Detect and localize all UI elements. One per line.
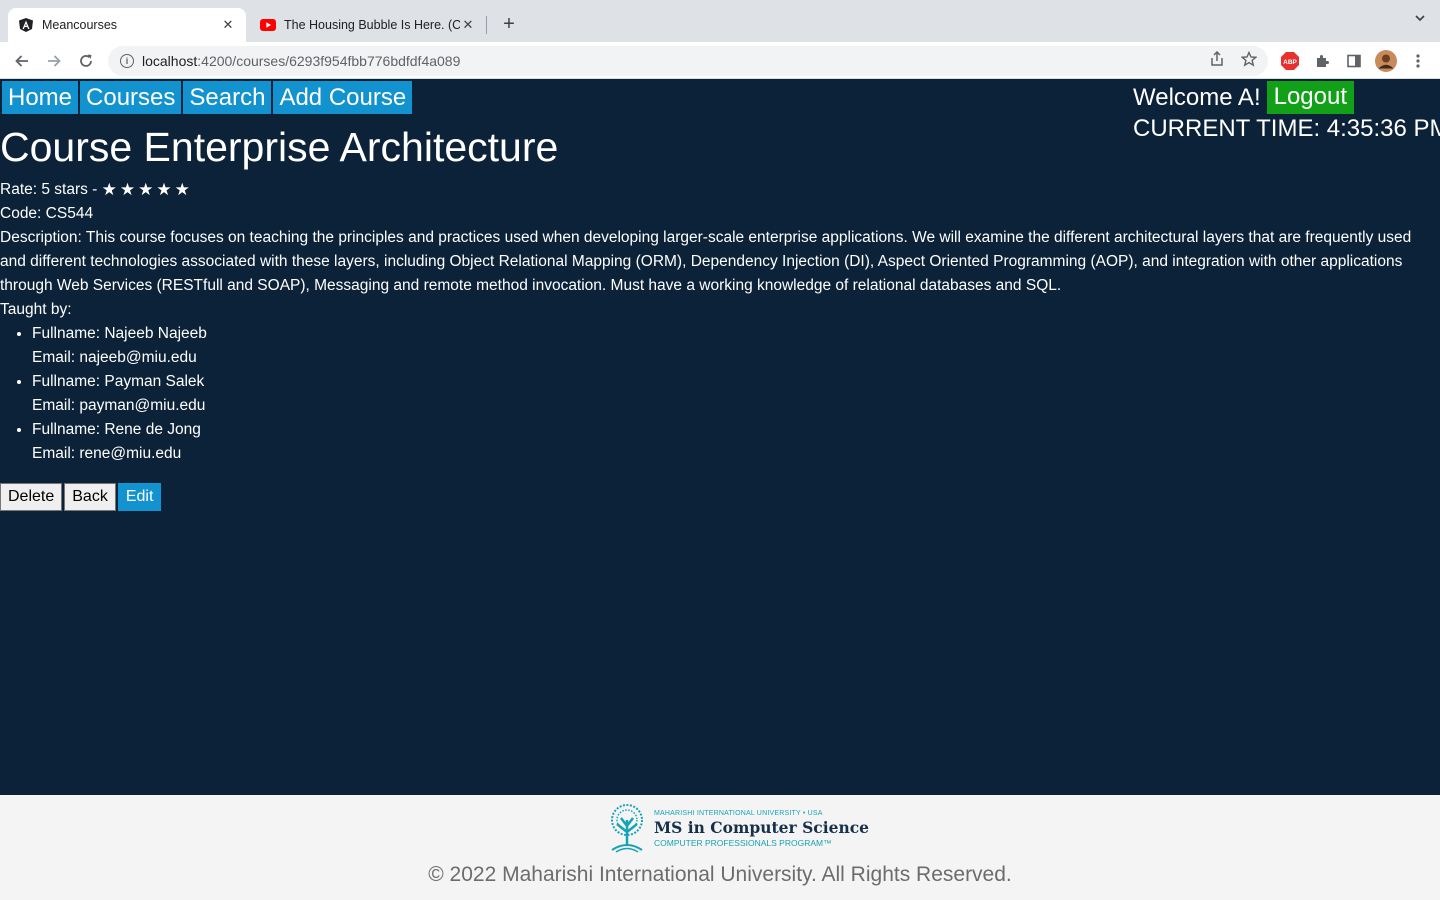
- svg-text:ABP: ABP: [1283, 59, 1297, 66]
- back-button[interactable]: Back: [64, 483, 116, 511]
- angular-icon: [18, 17, 34, 33]
- teacher-fullname: Fullname: Najeeb Najeeb: [32, 325, 207, 342]
- teacher-item: Fullname: Najeeb Najeeb Email: najeeb@mi…: [32, 322, 1440, 370]
- youtube-icon: [260, 17, 276, 33]
- browser-menu-icon[interactable]: [1407, 50, 1429, 72]
- tab-title: The Housing Bubble Is Here. (C: [284, 18, 460, 32]
- tab-meancourses[interactable]: Meancourses ✕: [8, 8, 246, 42]
- star-icon: ★: [101, 180, 117, 199]
- logout-button[interactable]: Logout: [1266, 81, 1355, 114]
- tab-divider: [486, 16, 487, 34]
- delete-button[interactable]: Delete: [0, 483, 63, 511]
- university-logo: MAHARISHI INTERNATIONAL UNIVERSITY • USA…: [602, 802, 869, 854]
- logo-university-line: MAHARISHI INTERNATIONAL UNIVERSITY • USA: [654, 809, 823, 817]
- teacher-item: Fullname: Payman Salek Email: payman@miu…: [32, 370, 1440, 418]
- close-icon[interactable]: ✕: [460, 17, 476, 33]
- teacher-fullname: Fullname: Payman Salek: [32, 373, 205, 390]
- course-details: Rate: 5 stars - ★ ★ ★ ★ ★ Code: CS544 Descri…: [0, 178, 1440, 466]
- footer: MAHARISHI INTERNATIONAL UNIVERSITY • USA…: [0, 795, 1440, 900]
- extensions-icon[interactable]: [1311, 50, 1333, 72]
- teacher-fullname: Fullname: Rene de Jong: [32, 421, 201, 438]
- tree-logo-icon: [611, 804, 643, 853]
- nav-home-link[interactable]: Home: [2, 81, 79, 114]
- reload-icon[interactable]: [74, 49, 98, 73]
- star-icon: ★: [156, 180, 172, 199]
- star-icon: ★: [174, 180, 190, 199]
- adblock-icon[interactable]: ABP: [1279, 50, 1301, 72]
- browser-tab-bar: Meancourses ✕ The Housing Bubble Is Here…: [0, 0, 1440, 42]
- taught-by-label: Taught by:: [0, 301, 72, 318]
- current-time: CURRENT TIME: 4:35:36 PM: [1133, 115, 1440, 142]
- star-icon: ★: [119, 180, 136, 199]
- close-icon[interactable]: ✕: [220, 17, 236, 33]
- back-arrow-icon[interactable]: [10, 49, 34, 73]
- nav-search-link[interactable]: Search: [183, 81, 272, 114]
- url-text: localhost:4200/courses/6293f954fbb776bdf…: [142, 53, 461, 69]
- copyright-text: © 2022 Maharishi International Universit…: [428, 863, 1012, 886]
- page-content: Home Courses Search Add Course Welcome A…: [0, 79, 1440, 795]
- profile-avatar[interactable]: [1375, 50, 1397, 72]
- nav-add-course-link[interactable]: Add Course: [273, 81, 413, 114]
- tab-title: Meancourses: [42, 18, 118, 32]
- user-area: Welcome A! Logout: [1133, 81, 1355, 114]
- new-tab-icon[interactable]: +: [498, 12, 520, 36]
- side-panel-icon[interactable]: [1343, 50, 1365, 72]
- course-description: Description: This course focuses on teac…: [0, 229, 1412, 294]
- address-bar[interactable]: i localhost:4200/courses/6293f954fbb776b…: [108, 46, 1268, 76]
- star-icon: ★: [138, 180, 154, 199]
- forward-arrow-icon[interactable]: [42, 49, 66, 73]
- bookmark-star-icon[interactable]: [1240, 50, 1258, 71]
- teacher-email: Email: rene@miu.edu: [32, 445, 182, 462]
- teacher-email: Email: najeeb@miu.edu: [32, 349, 197, 366]
- chevron-down-icon[interactable]: [1414, 12, 1426, 27]
- browser-toolbar: i localhost:4200/courses/6293f954fbb776b…: [0, 42, 1440, 79]
- rating-text: Rate: 5 stars -: [0, 181, 98, 198]
- teacher-email: Email: payman@miu.edu: [32, 397, 206, 414]
- page-title: Course Enterprise Architecture: [0, 124, 559, 170]
- site-info-icon[interactable]: i: [120, 54, 134, 68]
- course-actions: Delete Back Edit: [0, 483, 162, 511]
- logo-program-subtitle: COMPUTER PROFESSIONALS PROGRAM™: [654, 837, 832, 848]
- tab-youtube[interactable]: The Housing Bubble Is Here. (C ✕: [250, 8, 486, 42]
- main-nav: Home Courses Search Add Course: [2, 81, 413, 114]
- share-icon[interactable]: [1210, 50, 1224, 71]
- teacher-item: Fullname: Rene de Jong Email: rene@miu.e…: [32, 418, 1440, 466]
- welcome-text: Welcome A!: [1133, 84, 1261, 111]
- teacher-list: Fullname: Najeeb Najeeb Email: najeeb@mi…: [0, 322, 1440, 466]
- logo-program-title: MS in Computer Science: [654, 817, 870, 837]
- nav-courses-link[interactable]: Courses: [80, 81, 182, 114]
- edit-button[interactable]: Edit: [117, 483, 162, 511]
- course-code: Code: CS544: [0, 205, 94, 222]
- course-rating: Rate: 5 stars - ★ ★ ★ ★ ★: [0, 178, 1440, 202]
- rating-stars: ★ ★ ★ ★ ★: [102, 180, 190, 200]
